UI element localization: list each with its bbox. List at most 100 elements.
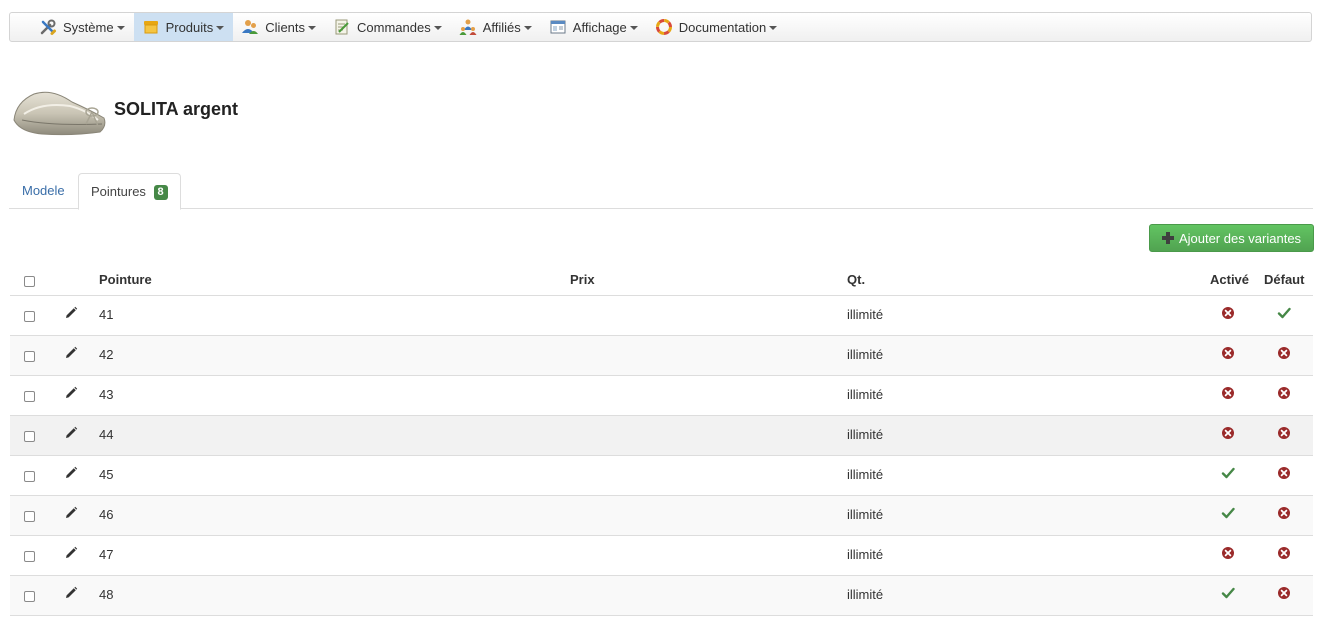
header-prix[interactable]: Prix [570,272,595,287]
nav-label-affichage: Affichage [572,19,627,35]
edit-pencil-icon[interactable] [64,346,78,360]
row-checkbox[interactable] [24,431,35,442]
product-title: SOLITA argent [114,99,239,119]
active-check-icon[interactable] [1221,586,1235,600]
main-navbar: Système Produits Clients Commandes Affil… [9,12,1312,42]
active-cross-icon[interactable] [1221,546,1235,560]
cell-qt: illimité [847,387,884,402]
row-checkbox[interactable] [24,471,35,482]
cell-pointure: 48 [99,587,114,602]
table-body: 41 illimité 42 illimité 43 illimité 44 illimité… [10,296,1313,616]
chevron-down-icon [216,26,225,30]
nav-item-clients[interactable]: Clients [233,13,325,41]
active-check-icon[interactable] [1221,466,1235,480]
nav-label-commandes: Commandes [357,19,431,35]
default-cross-icon[interactable] [1277,506,1291,520]
add-variants-button[interactable]: Ajouter des variantes [1149,224,1314,252]
active-check-icon[interactable] [1221,506,1235,520]
default-cross-icon[interactable] [1277,346,1291,360]
row-checkbox[interactable] [24,311,35,322]
edit-pencil-icon[interactable] [64,426,78,440]
cell-qt: illimité [847,587,884,602]
select-all-checkbox[interactable] [24,276,35,287]
tab-modele[interactable]: Modele [10,173,77,209]
row-checkbox[interactable] [24,551,35,562]
cell-pointure: 47 [99,547,114,562]
row-checkbox[interactable] [24,391,35,402]
default-check-icon[interactable] [1277,306,1291,320]
tab-pointures-label: Pointures [91,184,146,199]
table-row: 47 illimité [10,536,1313,576]
nav-label-produits: Produits [165,19,214,35]
nav-label-clients: Clients [265,19,306,35]
nav-item-systeme[interactable]: Système [31,13,134,41]
product-tabs: Modele Pointures 8 [9,173,1313,210]
display-icon [550,20,566,34]
chevron-down-icon [116,26,125,30]
table-row: 41 illimité [10,296,1313,336]
active-cross-icon[interactable] [1221,346,1235,360]
cell-qt: illimité [847,547,884,562]
lifebuoy-icon [655,19,672,35]
row-checkbox[interactable] [24,511,35,522]
header-active[interactable]: Activé [1210,272,1249,287]
box-icon [143,21,158,34]
table-row: 42 illimité [10,336,1313,376]
table-row: 44 illimité [10,416,1313,456]
row-checkbox[interactable] [24,591,35,602]
active-cross-icon[interactable] [1221,306,1235,320]
cell-qt: illimité [847,347,884,362]
add-variants-label: Ajouter des variantes [1178,230,1302,246]
header-default[interactable]: Défaut [1264,272,1304,287]
row-checkbox[interactable] [24,351,35,362]
edit-pencil-icon[interactable] [64,466,78,480]
order-icon [335,19,349,35]
nav-label-affilies: Affiliés [482,19,521,35]
table-row: 43 illimité [10,376,1313,416]
count-badge: 8 [153,185,168,200]
affiliates-icon [459,19,477,35]
table-row: 48 illimité [10,576,1313,616]
chevron-down-icon [769,26,778,30]
active-cross-icon[interactable] [1221,426,1235,440]
default-cross-icon[interactable] [1277,546,1291,560]
header-qt[interactable]: Qt. [847,272,865,287]
cell-pointure: 46 [99,507,114,522]
cell-qt: illimité [847,307,884,322]
cell-pointure: 41 [99,307,114,322]
chevron-down-icon [433,26,442,30]
nav-item-documentation[interactable]: Documentation [647,13,786,41]
nav-label-systeme: Système [63,19,114,35]
tools-icon [40,19,56,35]
tab-pointures[interactable]: Pointures 8 [78,173,181,210]
active-cross-icon[interactable] [1221,386,1235,400]
default-cross-icon[interactable] [1277,426,1291,440]
edit-pencil-icon[interactable] [64,546,78,560]
default-cross-icon[interactable] [1277,386,1291,400]
variants-table: Pointure Prix Qt. Activé Défaut 41 illimi… [10,262,1313,616]
nav-item-produits[interactable]: Produits [133,13,234,41]
cell-pointure: 42 [99,347,114,362]
header-pointure[interactable]: Pointure [99,272,152,287]
table-header: Pointure Prix Qt. Activé Défaut [10,262,1313,296]
default-cross-icon[interactable] [1277,466,1291,480]
edit-pencil-icon[interactable] [64,506,78,520]
chevron-down-icon [629,26,638,30]
edit-pencil-icon[interactable] [64,386,78,400]
nav-label-documentation: Documentation [678,19,767,35]
edit-pencil-icon[interactable] [64,306,78,320]
cell-qt: illimité [847,467,884,482]
nav-item-commandes[interactable]: Commandes [325,13,451,41]
users-icon [242,20,259,34]
plus-icon [1161,232,1174,244]
table-row: 46 illimité [10,496,1313,536]
cell-pointure: 43 [99,387,114,402]
table-row: 45 illimité [10,456,1313,496]
cell-pointure: 45 [99,467,114,482]
product-image [13,91,106,136]
default-cross-icon[interactable] [1277,586,1291,600]
cell-qt: illimité [847,427,884,442]
edit-pencil-icon[interactable] [64,586,78,600]
nav-item-affilies[interactable]: Affiliés [451,13,541,41]
nav-item-affichage[interactable]: Affichage [541,13,647,41]
